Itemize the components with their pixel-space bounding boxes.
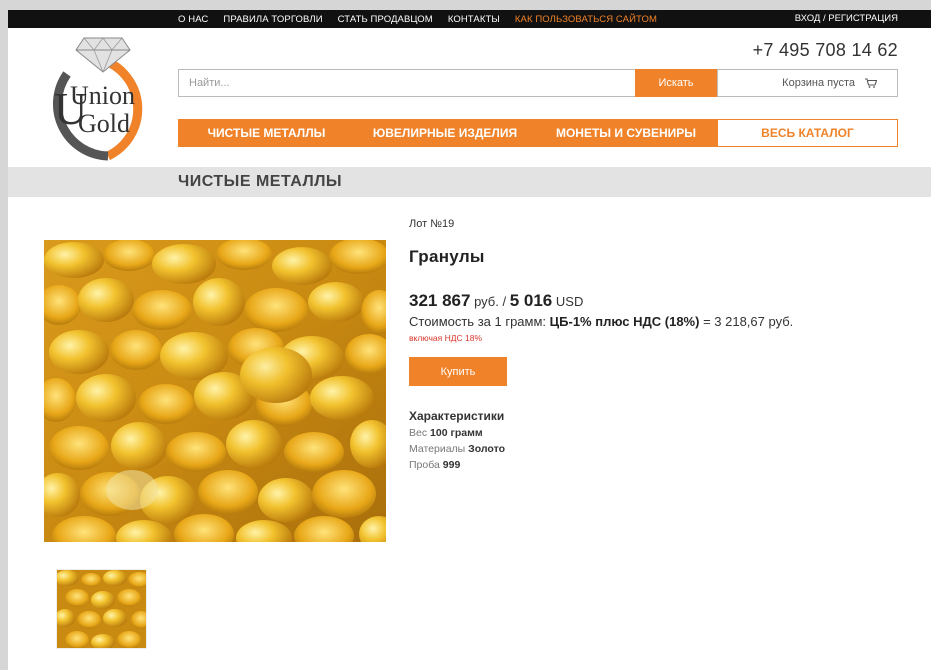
cart-label: Корзина пуста [782, 77, 855, 89]
section-title: ЧИСТЫЕ МЕТАЛЛЫ [178, 173, 343, 190]
price-per-gram: Стоимость за 1 грамм: ЦБ-1% плюс НДС (18… [409, 314, 909, 329]
price-rub: 321 867 [409, 291, 471, 310]
characteristic-name: Материалы [409, 443, 466, 455]
lot-number: Лот №19 [409, 218, 455, 230]
cart-button[interactable]: Корзина пуста [717, 69, 898, 97]
top-nav-contacts[interactable]: КОНТАКТЫ [448, 14, 500, 25]
login-register-link[interactable]: ВХОД / РЕГИСТРАЦИЯ [795, 10, 898, 28]
top-nav-about[interactable]: О НАС [178, 14, 208, 25]
product-title: Гранулы [409, 247, 485, 266]
characteristic-value: 999 [442, 459, 461, 471]
page: О НАС ПРАВИЛА ТОРГОВЛИ СТАТЬ ПРОДАВЦОМ К… [8, 10, 931, 670]
characteristic-material: Материалы Золото [409, 443, 909, 455]
search-button[interactable]: Искать [635, 69, 717, 97]
top-nav-how-to-use[interactable]: КАК ПОЛЬЗОВАТЬСЯ САЙТОМ [515, 14, 657, 25]
phone-number[interactable]: +7 495 708 14 62 [753, 40, 898, 61]
category-nav: ЧИСТЫЕ МЕТАЛЛЫ ЮВЕЛИРНЫЕ ИЗДЕЛИЯ МОНЕТЫ … [178, 119, 898, 147]
top-nav: О НАС ПРАВИЛА ТОРГОВЛИ СТАТЬ ПРОДАВЦОМ К… [178, 10, 672, 28]
union-gold-logo[interactable]: U Union Gold [42, 32, 162, 162]
search-input[interactable] [178, 69, 635, 97]
category-pure-metals[interactable]: ЧИСТЫЕ МЕТАЛЛЫ [178, 119, 355, 147]
logo-text-gold: Gold [78, 109, 130, 138]
characteristic-name: Вес [409, 427, 428, 439]
characteristic-fineness: Проба 999 [409, 459, 909, 471]
characteristic-name: Проба [409, 459, 440, 471]
per-gram-value: = 3 218,67 руб. [703, 314, 794, 329]
product-main-image[interactable] [44, 240, 386, 542]
buy-button[interactable]: Купить [409, 357, 507, 386]
section-header: ЧИСТЫЕ МЕТАЛЛЫ [8, 167, 931, 197]
product-info: Лот №19 Гранулы 321 867 руб. / 5 016 USD… [409, 218, 909, 471]
price-usd-unit: USD [555, 294, 584, 309]
category-coins-souvenirs[interactable]: МОНЕТЫ И СУВЕНИРЫ [535, 119, 717, 147]
product-price: 321 867 руб. / 5 016 USD [409, 291, 909, 311]
per-gram-formula: ЦБ-1% плюс НДС (18%) [549, 314, 700, 329]
product-thumbnail[interactable] [56, 569, 147, 649]
top-nav-become-seller[interactable]: СТАТЬ ПРОДАВЦОМ [338, 14, 433, 25]
category-jewelry[interactable]: ЮВЕЛИРНЫЕ ИЗДЕЛИЯ [355, 119, 535, 147]
price-usd: 5 016 [509, 291, 553, 310]
logo-text-union: Union [70, 81, 135, 110]
characteristic-value: 100 грамм [430, 427, 483, 439]
characteristic-weight: Вес 100 грамм [409, 427, 909, 439]
top-nav-rules[interactable]: ПРАВИЛА ТОРГОВЛИ [223, 14, 322, 25]
characteristics-title: Характеристики [409, 409, 505, 423]
characteristic-value: Золото [468, 443, 505, 455]
price-rub-unit: руб. / [474, 294, 507, 309]
vat-note: включая НДС 18% [409, 333, 483, 343]
cart-icon [865, 78, 878, 88]
top-bar: О НАС ПРАВИЛА ТОРГОВЛИ СТАТЬ ПРОДАВЦОМ К… [8, 10, 931, 28]
per-gram-label: Стоимость за 1 грамм: [409, 314, 547, 329]
category-full-catalog[interactable]: ВЕСЬ КАТАЛОГ [717, 119, 898, 147]
